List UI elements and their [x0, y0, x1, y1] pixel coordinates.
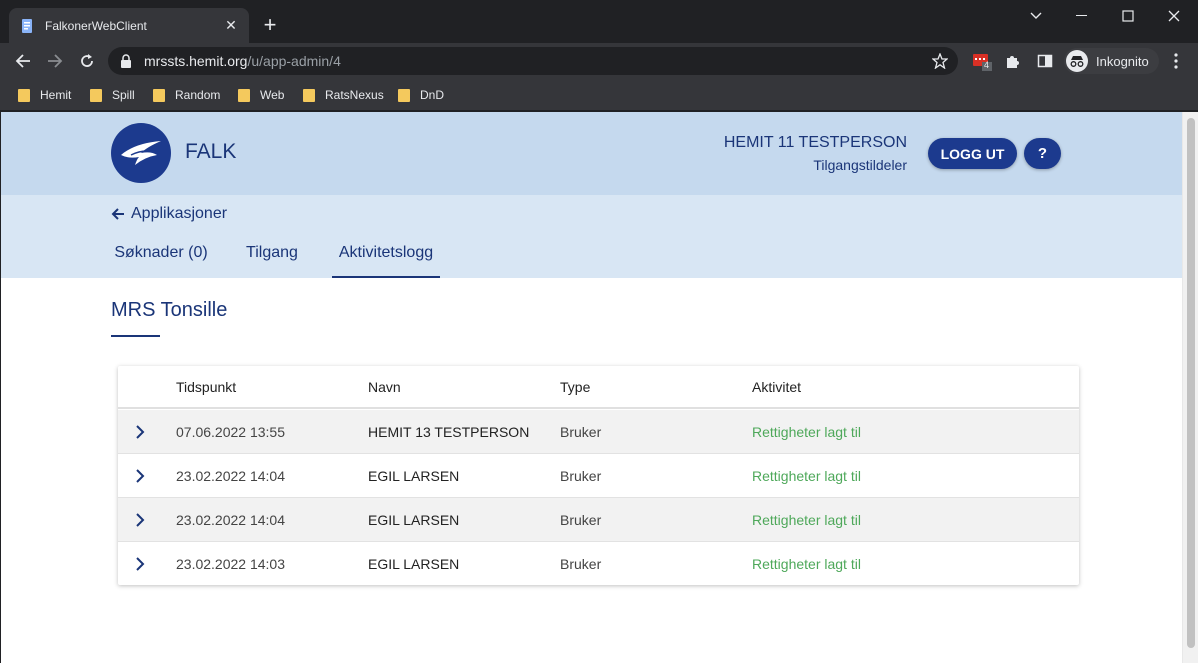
folder-icon [153, 88, 165, 102]
bookmark-label: Web [260, 88, 285, 102]
sub-navigation: Applikasjoner Søknader (0) Tilgang Aktiv… [1, 195, 1182, 278]
tab-title: FalkonerWebClient [45, 18, 147, 33]
incognito-profile[interactable]: Inkognito [1064, 48, 1159, 74]
table-header: Tidspunkt Navn Type Aktivitet [118, 366, 1079, 409]
maximize-icon[interactable] [1105, 6, 1151, 26]
bookmark-star-icon[interactable] [931, 52, 949, 72]
forward-icon[interactable] [42, 48, 68, 74]
url-host: mrssts.hemit.org [144, 53, 248, 69]
minimize-icon[interactable] [1059, 6, 1105, 26]
title-underline [111, 335, 160, 337]
profile-label: Inkognito [1096, 53, 1149, 69]
puzzle-icon[interactable] [1003, 51, 1023, 71]
column-header-name: Navn [368, 379, 401, 395]
close-tab-icon[interactable]: ✕ [223, 17, 239, 34]
bookmark-label: Spill [112, 88, 135, 102]
row-type: Bruker [560, 424, 602, 440]
falk-logo[interactable] [111, 123, 171, 183]
browser-tab[interactable]: FalkonerWebClient ✕ [9, 8, 249, 43]
page-scrollbar[interactable] [1182, 112, 1198, 663]
bookmark-label: Random [175, 88, 221, 102]
page-title: MRS Tonsille [111, 299, 228, 321]
brand-name[interactable]: FALK [185, 140, 236, 164]
incognito-icon [1066, 50, 1088, 72]
arrow-left-icon [111, 207, 125, 221]
menu-dots-icon[interactable] [1166, 51, 1186, 71]
row-activity: Rettigheter lagt til [752, 468, 861, 484]
side-panel-icon[interactable] [1035, 51, 1055, 71]
activity-log-table: Tidspunkt Navn Type Aktivitet 07.06.2022… [118, 366, 1079, 585]
new-tab-button[interactable]: + [258, 14, 282, 38]
table-row[interactable]: 23.02.2022 14:03 EGIL LARSEN Bruker Rett… [118, 542, 1079, 585]
back-icon[interactable] [10, 48, 36, 74]
tab-tilgang[interactable]: Tilgang [241, 235, 303, 278]
row-activity: Rettigheter lagt til [752, 424, 861, 440]
row-type: Bruker [560, 468, 602, 484]
row-activity: Rettigheter lagt til [752, 556, 861, 572]
user-role: Tilgangstildeler [813, 157, 907, 173]
url-path: /u/app-admin/4 [247, 53, 341, 69]
logout-button[interactable]: LOGG UT [928, 138, 1017, 169]
tab-aktivitetslogg[interactable]: Aktivitetslogg [332, 235, 440, 278]
column-header-activity: Aktivitet [752, 379, 802, 395]
table-row[interactable]: 23.02.2022 14:04 EGIL LARSEN Bruker Rett… [118, 454, 1079, 498]
bookmark-dnd[interactable]: DnD [398, 86, 444, 104]
bookmark-label: Hemit [40, 88, 72, 102]
tab-soknader[interactable]: Søknader (0) [111, 235, 211, 278]
row-name: EGIL LARSEN [368, 512, 460, 528]
row-activity: Rettigheter lagt til [752, 512, 861, 528]
back-link[interactable]: Applikasjoner [111, 204, 227, 224]
chevron-right-icon[interactable] [132, 555, 148, 573]
bookmark-hemit[interactable]: Hemit [18, 86, 71, 104]
column-header-type: Type [560, 379, 591, 395]
chevron-right-icon[interactable] [132, 423, 148, 441]
chevron-right-icon[interactable] [132, 511, 148, 529]
bookmark-label: RatsNexus [325, 88, 384, 102]
row-type: Bruker [560, 556, 602, 572]
app-header: FALK HEMIT 11 TESTPERSON Tilgangstildele… [1, 112, 1182, 195]
close-window-icon[interactable] [1151, 6, 1197, 26]
table-row[interactable]: 07.06.2022 13:55 HEMIT 13 TESTPERSON Bru… [118, 410, 1079, 454]
bookmark-web[interactable]: Web [238, 86, 284, 104]
scrollbar-thumb[interactable] [1187, 118, 1195, 648]
column-header-time: Tidspunkt [176, 379, 237, 395]
folder-icon [18, 88, 30, 102]
row-time: 23.02.2022 14:04 [176, 468, 285, 484]
bookmark-spill[interactable]: Spill [90, 86, 135, 104]
folder-icon [398, 88, 410, 102]
bookmark-ratsnexus[interactable]: RatsNexus [303, 86, 384, 104]
browser-toolbar: mrssts.hemit.org/u/app-admin/4 4 Inkogni… [0, 43, 1198, 79]
chevron-down-icon[interactable] [1013, 6, 1059, 26]
row-name: EGIL LARSEN [368, 556, 460, 572]
user-name: HEMIT 11 TESTPERSON [723, 134, 907, 151]
row-time: 23.02.2022 14:03 [176, 556, 285, 572]
row-time: 23.02.2022 14:04 [176, 512, 285, 528]
bookmark-random[interactable]: Random [153, 86, 220, 104]
page-content: FALK HEMIT 11 TESTPERSON Tilgangstildele… [1, 112, 1182, 663]
reload-icon[interactable] [74, 48, 100, 74]
help-button[interactable]: ? [1024, 138, 1061, 169]
lock-icon [120, 54, 134, 68]
row-time: 07.06.2022 13:55 [176, 424, 285, 440]
browser-tab-bar: FalkonerWebClient ✕ + [0, 0, 1198, 43]
chevron-right-icon[interactable] [132, 467, 148, 485]
page-icon [19, 18, 35, 34]
folder-icon [90, 88, 102, 102]
back-link-label: Applikasjoner [131, 205, 228, 222]
extension-badge: 4 [984, 60, 990, 70]
row-name: EGIL LARSEN [368, 468, 460, 484]
folder-icon [238, 88, 250, 102]
bookmark-label: DnD [420, 88, 445, 102]
folder-icon [303, 88, 315, 102]
extension-icon[interactable]: 4 [972, 51, 992, 71]
address-bar[interactable]: mrssts.hemit.org/u/app-admin/4 [108, 47, 958, 75]
row-type: Bruker [560, 512, 602, 528]
table-row[interactable]: 23.02.2022 14:04 EGIL LARSEN Bruker Rett… [118, 498, 1079, 542]
row-name: HEMIT 13 TESTPERSON [368, 424, 530, 440]
bookmarks-bar: Hemit Spill Random Web RatsNexus DnD [0, 79, 1198, 111]
